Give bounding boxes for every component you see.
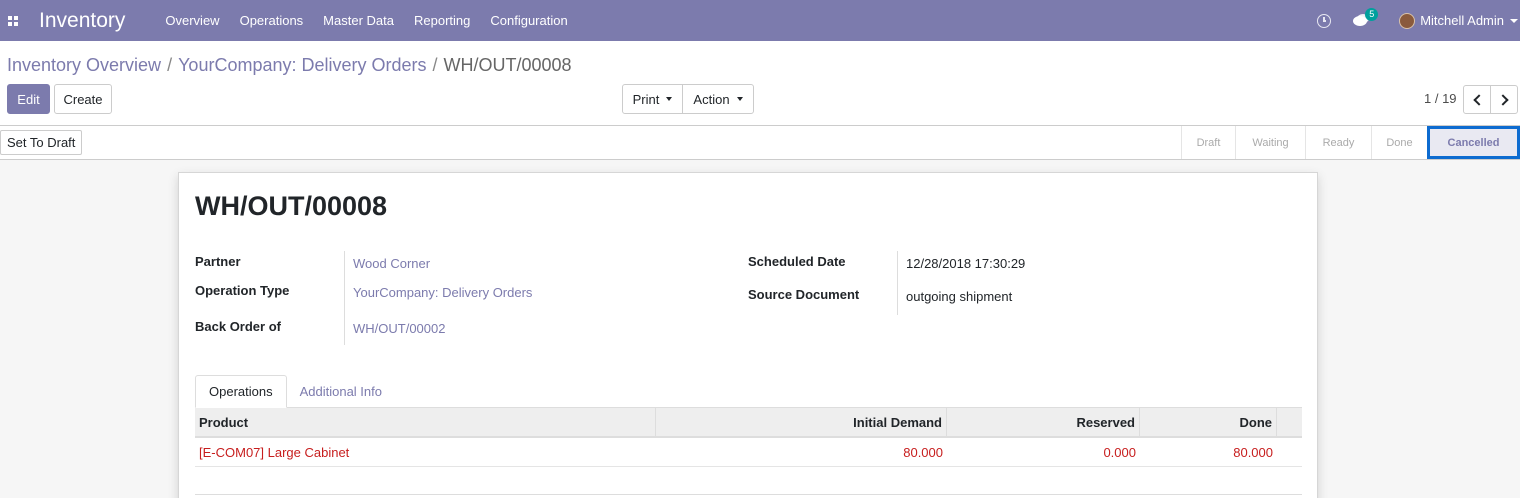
column-initial-demand[interactable]: Initial Demand xyxy=(656,408,947,436)
back-order-label: Back Order of xyxy=(195,319,281,334)
menu-operations[interactable]: Operations xyxy=(230,0,314,41)
breadcrumb-inventory-overview[interactable]: Inventory Overview xyxy=(7,55,161,76)
operation-type-label: Operation Type xyxy=(195,283,290,298)
stage-cancelled: Cancelled xyxy=(1427,126,1520,159)
record-title: WH/OUT/00008 xyxy=(195,191,388,221)
breadcrumb: Inventory Overview / YourCompany: Delive… xyxy=(7,55,572,76)
chevron-down-icon xyxy=(666,97,673,101)
stage-draft: Draft xyxy=(1181,126,1235,159)
cell-product: [E-COM07] Large Cabinet xyxy=(199,444,350,460)
user-menu-chevron-down-icon[interactable] xyxy=(1510,18,1518,23)
scheduled-date-value: 12/28/2018 17:30:29 xyxy=(906,256,1026,271)
partner-value[interactable]: Wood Corner xyxy=(353,256,430,271)
print-dropdown[interactable]: Print xyxy=(622,84,683,114)
tab-additional-info[interactable]: Additional Info xyxy=(287,375,395,408)
user-avatar[interactable] xyxy=(1399,12,1416,29)
menu-master-data[interactable]: Master Data xyxy=(313,0,404,41)
column-product[interactable]: Product xyxy=(195,408,656,436)
notebook-tabs: Operations Additional Info xyxy=(195,375,395,408)
apps-menu-icon[interactable] xyxy=(0,0,26,41)
column-reserved[interactable]: Reserved xyxy=(947,408,1140,436)
stage-pipeline: Draft Waiting Ready Done Cancelled xyxy=(1181,126,1520,159)
stage-done: Done xyxy=(1371,126,1427,159)
set-to-draft-button[interactable]: Set To Draft xyxy=(0,130,83,155)
activity-clock-icon[interactable] xyxy=(1317,13,1332,28)
scheduled-date-label: Scheduled Date xyxy=(748,254,846,269)
navbar-systray: 5 Mitchell Admin xyxy=(1317,0,1520,41)
operation-type-value[interactable]: YourCompany: Delivery Orders xyxy=(353,285,532,300)
main-menu: Overview Operations Master Data Reportin… xyxy=(155,0,577,41)
menu-reporting[interactable]: Reporting xyxy=(404,0,480,41)
breadcrumb-separator: / xyxy=(432,55,438,75)
create-button[interactable]: Create xyxy=(54,84,112,114)
table-row[interactable]: [E-COM07] Large Cabinet 80.000 0.000 80.… xyxy=(195,438,1302,467)
stage-waiting: Waiting xyxy=(1235,126,1305,159)
breadcrumb-delivery-orders[interactable]: YourCompany: Delivery Orders xyxy=(178,55,426,76)
table-footer-divider xyxy=(195,494,1302,495)
chevron-left-icon xyxy=(1472,93,1485,106)
action-label: Action xyxy=(693,91,730,107)
action-dropdown[interactable]: Action xyxy=(682,84,754,114)
messaging-badge: 5 xyxy=(1365,7,1379,21)
print-label: Print xyxy=(632,91,660,107)
cell-spacer xyxy=(1277,438,1302,466)
back-order-value[interactable]: WH/OUT/00002 xyxy=(353,321,445,336)
source-document-label: Source Document xyxy=(748,287,860,302)
field-divider xyxy=(344,251,345,345)
partner-label: Partner xyxy=(195,254,241,269)
form-sheet: WH/OUT/00008 Partner Operation Type Back… xyxy=(178,172,1318,498)
app-name[interactable]: Inventory xyxy=(39,9,125,33)
pager-next-button[interactable] xyxy=(1490,85,1518,114)
menu-configuration[interactable]: Configuration xyxy=(480,0,577,41)
stage-ready: Ready xyxy=(1305,126,1371,159)
chevron-down-icon xyxy=(736,97,743,101)
tab-operations[interactable]: Operations xyxy=(195,375,287,408)
cell-done: 80.000 xyxy=(1233,444,1273,460)
statusbar: Set To Draft Draft Waiting Ready Done Ca… xyxy=(0,125,1520,160)
column-spacer xyxy=(1277,408,1302,436)
field-divider xyxy=(897,251,898,315)
menu-overview[interactable]: Overview xyxy=(155,0,229,41)
column-done[interactable]: Done xyxy=(1140,408,1277,436)
cell-initial-demand: 80.000 xyxy=(903,444,943,460)
top-navbar: Inventory Overview Operations Master Dat… xyxy=(0,0,1520,41)
breadcrumb-separator: / xyxy=(167,55,173,75)
breadcrumb-current: WH/OUT/00008 xyxy=(443,55,572,75)
messaging-icon[interactable]: 5 xyxy=(1353,7,1379,28)
operations-table: Product Initial Demand Reserved Done [E-… xyxy=(195,408,1302,467)
chevron-right-icon xyxy=(1496,93,1509,106)
cell-reserved: 0.000 xyxy=(1103,444,1136,460)
user-menu[interactable]: Mitchell Admin xyxy=(1420,13,1504,28)
pager-value[interactable]: 1 / 19 xyxy=(1424,91,1457,106)
pager-previous-button[interactable] xyxy=(1463,85,1491,114)
table-header: Product Initial Demand Reserved Done xyxy=(195,408,1302,438)
source-document-value: outgoing shipment xyxy=(906,289,1013,304)
edit-button[interactable]: Edit xyxy=(7,84,50,114)
